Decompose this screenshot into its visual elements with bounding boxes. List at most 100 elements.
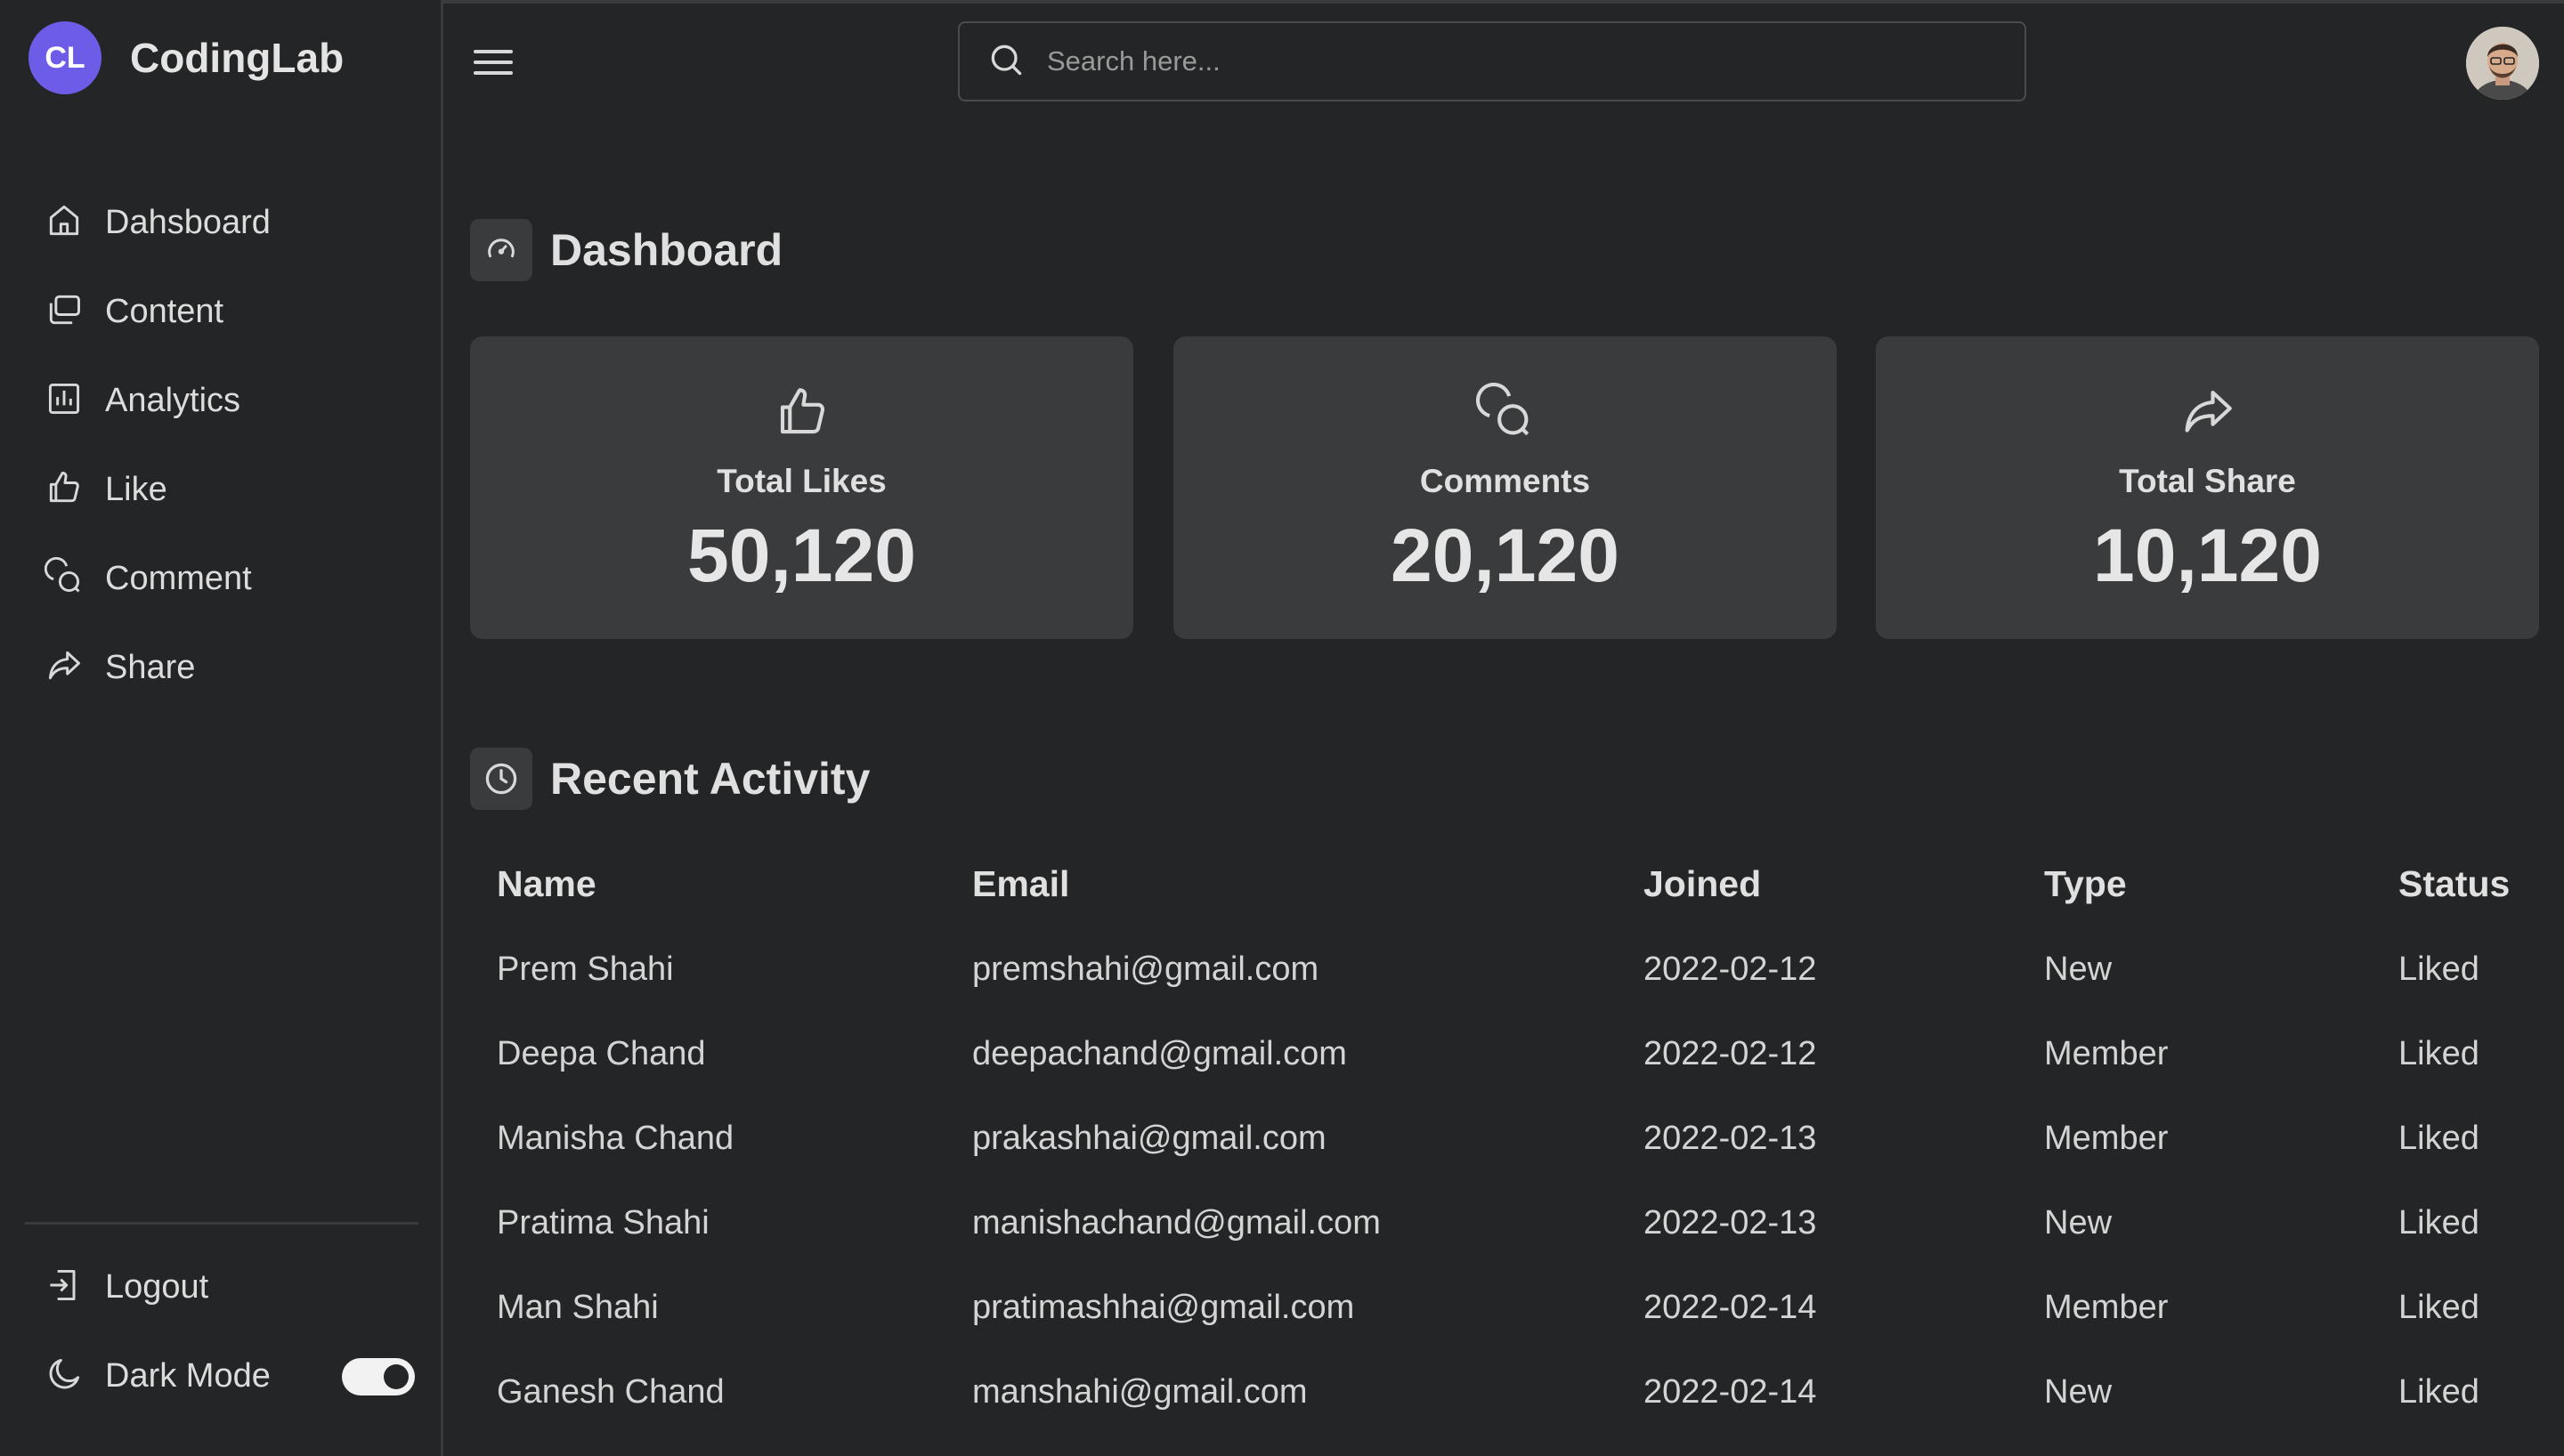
moon-icon: [45, 1355, 84, 1398]
comments-icon: [44, 556, 84, 601]
column-header: Status: [2398, 863, 2511, 904]
sidebar-item-label: Share: [105, 648, 196, 686]
cell-joined: 2022-02-13: [1643, 1204, 1817, 1242]
logo[interactable]: CL CodingLab: [28, 21, 344, 94]
stat-card-likes: Total Likes 50,120: [470, 336, 1133, 639]
cell-email: premshahi@gmail.com: [972, 950, 1319, 988]
cell-email: pratimashhai@gmail.com: [972, 1289, 1355, 1326]
table-row: Ganesh Chand manshahi@gmail.com 2022-02-…: [497, 1350, 2541, 1435]
table-row: Deepa Chand deepachand@gmail.com 2022-02…: [497, 1012, 2541, 1096]
column-header: Email: [972, 863, 1070, 904]
cell-name: Prem Shahi: [497, 950, 674, 988]
dashboard-header: Dashboard: [470, 219, 783, 281]
hamburger-icon: [472, 50, 515, 84]
cell-type: Member: [2044, 1120, 2169, 1157]
cell-status: Liked: [2398, 1204, 2479, 1242]
column-header: Joined: [1643, 863, 1762, 904]
cell-name: Pratima Shahi: [497, 1204, 710, 1242]
logout-button[interactable]: Logout: [45, 1242, 271, 1331]
stat-value: 10,120: [2093, 514, 2322, 597]
thumbs-up-icon: [773, 383, 832, 446]
column-header: Type: [2044, 863, 2127, 904]
cell-joined: 2022-02-14: [1643, 1289, 1817, 1326]
logo-badge: CL: [28, 21, 101, 94]
chart-icon: [45, 379, 84, 423]
clock-icon: [470, 748, 532, 810]
cell-type: Member: [2044, 1289, 2169, 1326]
sidebar-menu: Dahsboard Content Analytics Like Comment…: [44, 178, 271, 712]
table-row: Man Shahi pratimashhai@gmail.com 2022-02…: [497, 1266, 2541, 1350]
sidebar-item-label: Comment: [105, 559, 252, 597]
comments-icon: [1475, 382, 1535, 446]
stat-card-shares: Total Share 10,120: [1876, 336, 2539, 639]
sidebar-item-dashboard[interactable]: Dahsboard: [45, 178, 271, 267]
cell-status: Liked: [2398, 950, 2479, 988]
sidebar-item-comment[interactable]: Comment: [44, 534, 271, 623]
logout-icon: [45, 1266, 84, 1309]
cell-joined: 2022-02-14: [1643, 1373, 1817, 1411]
cell-name: Deepa Chand: [497, 1035, 706, 1072]
column-header: Name: [497, 863, 596, 904]
cell-type: Member: [2044, 1035, 2169, 1072]
logout-label: Logout: [105, 1267, 209, 1306]
cell-type: New: [2044, 1204, 2113, 1242]
cell-status: Liked: [2398, 1373, 2479, 1411]
cell-status: Liked: [2398, 1035, 2479, 1072]
activity-table: Name Email Joined Type Status Prem Shahi…: [497, 863, 2541, 1435]
sidebar-item-label: Like: [105, 470, 167, 508]
stat-value: 20,120: [1391, 514, 1619, 597]
cell-email: manshahi@gmail.com: [972, 1373, 1308, 1411]
sidebar-item-label: Analytics: [105, 381, 241, 419]
table-header: Name Email Joined Type Status: [497, 863, 2541, 917]
stat-value: 50,120: [687, 514, 916, 597]
menu-toggle-button[interactable]: [472, 44, 515, 85]
cell-type: New: [2044, 1373, 2113, 1411]
logo-name: CodingLab: [130, 35, 345, 81]
cell-joined: 2022-02-12: [1643, 950, 1817, 988]
sidebar: CL CodingLab Dahsboard Content Analytics…: [0, 0, 443, 1456]
stat-label: Total Likes: [717, 463, 887, 499]
cell-name: Ganesh Chand: [497, 1373, 725, 1411]
files-icon: [45, 290, 84, 334]
cell-type: New: [2044, 950, 2113, 988]
divider: [25, 1222, 418, 1225]
search-input[interactable]: [1047, 45, 1982, 77]
stat-label: Comments: [1419, 463, 1591, 499]
cell-email: deepachand@gmail.com: [972, 1035, 1347, 1072]
cell-name: Manisha Chand: [497, 1120, 734, 1157]
table-row: Pratima Shahi manishachand@gmail.com 202…: [497, 1181, 2541, 1266]
table-row: Manisha Chand prakashhai@gmail.com 2022-…: [497, 1096, 2541, 1181]
sidebar-item-analytics[interactable]: Analytics: [45, 356, 271, 445]
share-icon: [2179, 383, 2237, 446]
dark-mode-row: Dark Mode: [45, 1331, 271, 1420]
share-icon: [45, 646, 84, 690]
toggle-knob: [384, 1364, 409, 1389]
dark-mode-toggle[interactable]: [342, 1358, 415, 1395]
stat-card-comments: Comments 20,120: [1173, 336, 1837, 639]
cell-email: manishachand@gmail.com: [972, 1204, 1381, 1242]
stat-label: Total Share: [2119, 463, 2296, 499]
sidebar-item-like[interactable]: Like: [45, 445, 271, 534]
sidebar-item-label: Dahsboard: [105, 203, 271, 241]
activity-header: Recent Activity: [470, 748, 870, 810]
cell-joined: 2022-02-13: [1643, 1120, 1817, 1157]
cell-name: Man Shahi: [497, 1289, 659, 1326]
table-row: Prem Shahi premshahi@gmail.com 2022-02-1…: [497, 927, 2541, 1012]
cell-joined: 2022-02-12: [1643, 1035, 1817, 1072]
sidebar-item-content[interactable]: Content: [45, 267, 271, 356]
avatar[interactable]: [2466, 27, 2539, 100]
sidebar-item-share[interactable]: Share: [45, 623, 271, 712]
search-icon: [960, 40, 1026, 84]
cell-email: prakashhai@gmail.com: [972, 1120, 1327, 1157]
cell-status: Liked: [2398, 1120, 2479, 1157]
page-title: Dashboard: [550, 225, 783, 275]
thumbs-up-icon: [45, 468, 84, 512]
home-icon: [45, 201, 84, 245]
search-box: [958, 21, 2026, 101]
sidebar-item-label: Content: [105, 292, 224, 330]
speedometer-icon: [470, 219, 532, 281]
cell-status: Liked: [2398, 1289, 2479, 1326]
sidebar-bottom-menu: Logout Dark Mode: [45, 1242, 271, 1420]
section-title: Recent Activity: [550, 754, 871, 804]
dark-mode-label: Dark Mode: [105, 1356, 271, 1395]
